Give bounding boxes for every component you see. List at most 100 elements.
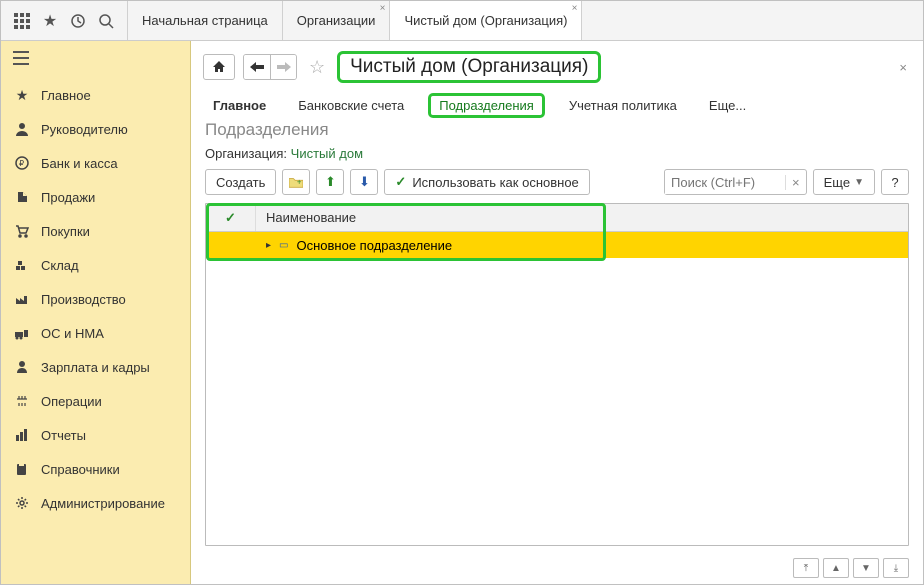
row-label: Основное подразделение bbox=[296, 238, 452, 253]
organization-link[interactable]: Чистый дом bbox=[291, 146, 363, 161]
use-as-main-button[interactable]: Использовать как основное bbox=[384, 169, 589, 195]
expand-icon[interactable]: ▸ bbox=[266, 240, 271, 251]
sidebar-item-label: Отчеты bbox=[41, 428, 86, 443]
history-icon[interactable] bbox=[67, 10, 89, 32]
sidebar-item-label: Справочники bbox=[41, 462, 120, 477]
clear-search-icon[interactable]: × bbox=[785, 175, 806, 190]
sales-icon bbox=[13, 188, 31, 206]
sidebar-item-label: Главное bbox=[41, 88, 91, 103]
star-icon: ★ bbox=[13, 86, 31, 104]
svg-text:+: + bbox=[297, 178, 302, 187]
manager-icon bbox=[13, 120, 31, 138]
catalogs-icon bbox=[13, 460, 31, 478]
reports-icon bbox=[13, 426, 31, 444]
sidebar-item-production[interactable]: Производство bbox=[1, 282, 190, 316]
warehouse-icon bbox=[13, 256, 31, 274]
tab-label: Организации bbox=[297, 13, 376, 28]
help-button[interactable]: ? bbox=[881, 169, 909, 195]
organization-label: Организация: bbox=[205, 146, 287, 161]
node-icon: ▭ bbox=[279, 240, 288, 251]
ruble-icon: ₽ bbox=[13, 154, 31, 172]
subnav-accounting-policy[interactable]: Учетная политика bbox=[561, 96, 685, 115]
check-icon bbox=[225, 210, 236, 226]
sidebar-item-assets[interactable]: ОС и НМА bbox=[1, 316, 190, 350]
tab-label: Начальная страница bbox=[142, 13, 268, 28]
table-row[interactable]: ▸ ▭ Основное подразделение bbox=[206, 232, 908, 258]
favorite-star-icon[interactable]: ☆ bbox=[305, 57, 329, 78]
svg-text:₽: ₽ bbox=[19, 159, 24, 168]
move-down-button[interactable]: ⬇ bbox=[350, 169, 378, 195]
main-content: ☆ Чистый дом (Организация) × Главное Бан… bbox=[191, 41, 923, 584]
sidebar-item-purchases[interactable]: Покупки bbox=[1, 214, 190, 248]
sidebar-item-manager[interactable]: Руководителю bbox=[1, 112, 190, 146]
sidebar-item-catalogs[interactable]: Справочники bbox=[1, 452, 190, 486]
tab-organization-detail[interactable]: Чистый дом (Организация) × bbox=[390, 1, 582, 40]
grid-body[interactable]: ▸ ▭ Основное подразделение bbox=[206, 232, 908, 545]
grid-header: Наименование bbox=[206, 204, 908, 232]
star-icon[interactable]: ★ bbox=[39, 10, 61, 32]
sidebar-item-label: Покупки bbox=[41, 224, 90, 239]
sidebar: ★ Главное Руководителю ₽ Банк и касса Пр bbox=[1, 41, 191, 584]
home-button[interactable] bbox=[203, 54, 235, 80]
create-folder-button[interactable]: + bbox=[282, 169, 310, 195]
sidebar-item-warehouse[interactable]: Склад bbox=[1, 248, 190, 282]
sidebar-item-label: Банк и касса bbox=[41, 156, 118, 171]
tab-home[interactable]: Начальная страница bbox=[128, 1, 283, 40]
move-up-button[interactable]: ⬆ bbox=[316, 169, 344, 195]
tab-label: Чистый дом (Организация) bbox=[404, 13, 567, 28]
sidebar-item-label: Операции bbox=[41, 394, 102, 409]
data-grid: Наименование ▸ ▭ Основное подразделение bbox=[205, 203, 909, 546]
sub-navigation: Главное Банковские счета Подразделения У… bbox=[191, 87, 923, 120]
search-input[interactable] bbox=[665, 171, 785, 194]
subnav-bank-accounts[interactable]: Банковские счета bbox=[290, 96, 412, 115]
grid-header-check[interactable] bbox=[206, 204, 256, 231]
sidebar-item-label: Производство bbox=[41, 292, 126, 307]
search-icon[interactable] bbox=[95, 10, 117, 32]
close-icon[interactable]: × bbox=[572, 3, 578, 14]
close-icon[interactable]: × bbox=[380, 3, 386, 14]
check-icon bbox=[395, 174, 406, 190]
grid-header-name[interactable]: Наименование bbox=[256, 210, 356, 225]
sidebar-item-label: Руководителю bbox=[41, 122, 128, 137]
top-toolbar: ★ Начальная страница Организации × Чисты… bbox=[1, 1, 923, 41]
tab-organizations[interactable]: Организации × bbox=[283, 1, 391, 40]
sidebar-item-sales[interactable]: Продажи bbox=[1, 180, 190, 214]
tab-bar: Начальная страница Организации × Чистый … bbox=[128, 1, 582, 40]
subnav-main[interactable]: Главное bbox=[205, 96, 274, 115]
operations-icon bbox=[13, 392, 31, 410]
hr-icon bbox=[13, 358, 31, 376]
organization-line: Организация: Чистый дом bbox=[191, 146, 923, 169]
sidebar-item-hr[interactable]: Зарплата и кадры bbox=[1, 350, 190, 384]
scroll-top-button[interactable]: ⤒ bbox=[793, 558, 819, 578]
sidebar-item-label: Склад bbox=[41, 258, 79, 273]
close-icon[interactable]: × bbox=[895, 56, 911, 79]
section-title: Подразделения bbox=[191, 120, 923, 146]
sidebar-item-reports[interactable]: Отчеты bbox=[1, 418, 190, 452]
production-icon bbox=[13, 290, 31, 308]
sidebar-item-main[interactable]: ★ Главное bbox=[1, 78, 190, 112]
sidebar-item-label: Зарплата и кадры bbox=[41, 360, 150, 375]
back-button[interactable] bbox=[244, 55, 270, 79]
sidebar-item-label: Продажи bbox=[41, 190, 95, 205]
page-title: Чистый дом (Организация) bbox=[337, 51, 601, 83]
subnav-more[interactable]: Еще... bbox=[701, 96, 754, 115]
sidebar-item-label: ОС и НМА bbox=[41, 326, 104, 341]
grid-footer-nav: ⤒ ▲ ▼ ⤓ bbox=[191, 554, 923, 584]
more-button[interactable]: Еще ▼ bbox=[813, 169, 875, 195]
scroll-up-button[interactable]: ▲ bbox=[823, 558, 849, 578]
menu-icon[interactable] bbox=[1, 41, 190, 78]
assets-icon bbox=[13, 324, 31, 342]
chevron-down-icon: ▼ bbox=[854, 177, 864, 188]
search-field[interactable]: × bbox=[664, 169, 807, 195]
sidebar-item-admin[interactable]: Администрирование bbox=[1, 486, 190, 520]
apps-icon[interactable] bbox=[11, 10, 33, 32]
sidebar-item-label: Администрирование bbox=[41, 496, 165, 511]
create-button[interactable]: Создать bbox=[205, 169, 276, 195]
sidebar-item-operations[interactable]: Операции bbox=[1, 384, 190, 418]
sidebar-item-bank[interactable]: ₽ Банк и касса bbox=[1, 146, 190, 180]
scroll-bottom-button[interactable]: ⤓ bbox=[883, 558, 909, 578]
scroll-down-button[interactable]: ▼ bbox=[853, 558, 879, 578]
subnav-departments[interactable]: Подразделения bbox=[428, 93, 545, 118]
cart-icon bbox=[13, 222, 31, 240]
forward-button[interactable] bbox=[270, 55, 296, 79]
